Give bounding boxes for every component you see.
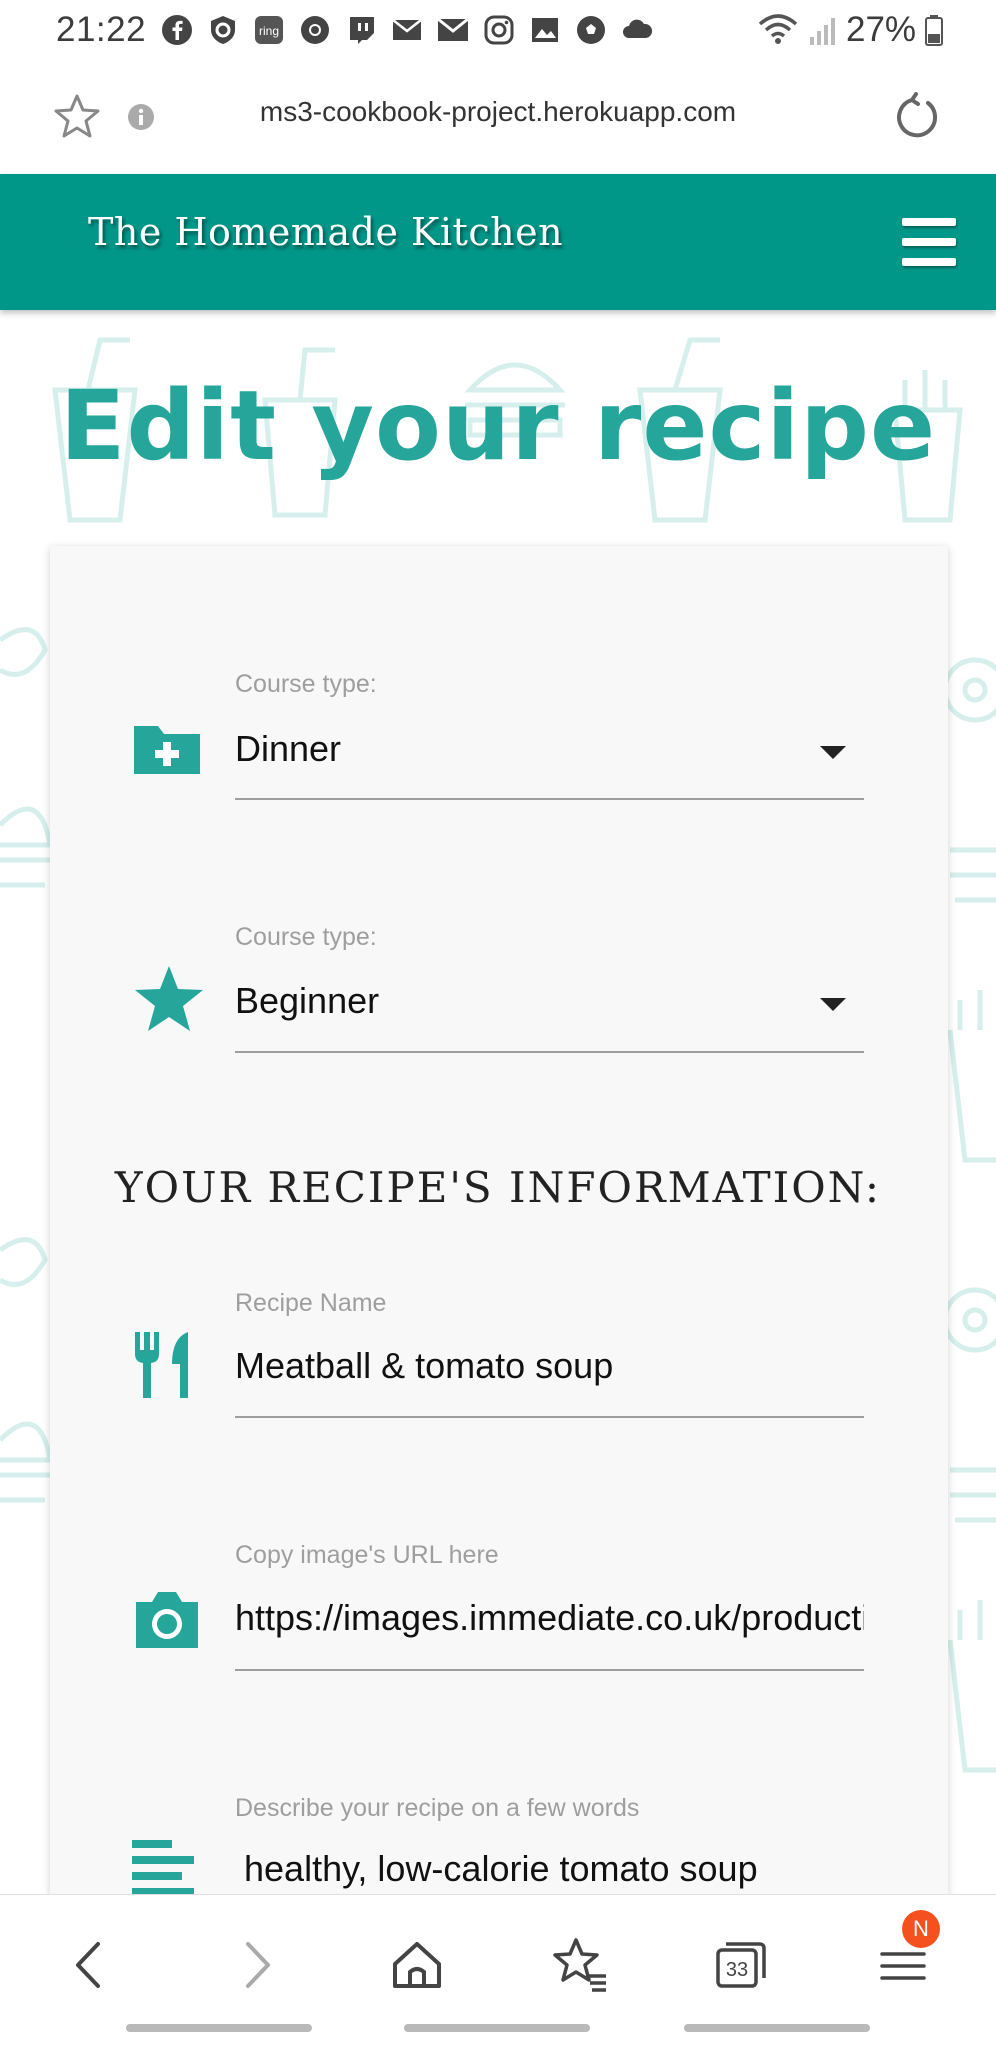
- gesture-hint-center: [404, 2024, 590, 2032]
- course-type-label: Course type:: [235, 670, 377, 698]
- folder-plus-icon: [134, 726, 200, 774]
- recipe-name-underline: [235, 1416, 864, 1418]
- ring-icon: ring: [255, 16, 283, 44]
- course-type-underline: [235, 798, 864, 800]
- image-url-input[interactable]: https://images.immediate.co.uk/productio…: [235, 1597, 864, 1639]
- twitch-icon: [350, 17, 374, 44]
- status-time: 21:22: [56, 10, 147, 49]
- difficulty-select[interactable]: Beginner: [235, 980, 795, 1022]
- difficulty-underline: [235, 1051, 864, 1053]
- mail-icon: [392, 19, 422, 40]
- football-icon: [577, 16, 605, 44]
- utensils-icon: [135, 1332, 188, 1398]
- align-left-icon: [132, 1840, 194, 1894]
- battery-icon: [925, 15, 944, 46]
- dropdown-caret-icon[interactable]: [820, 998, 846, 1011]
- back-icon[interactable]: [56, 1930, 126, 2000]
- chrome-icon: [301, 16, 329, 44]
- gesture-hint-right: [684, 2024, 870, 2032]
- notification-icons: ring: [160, 13, 654, 47]
- page-title: Edit your recipe: [59, 370, 937, 482]
- course-type-select[interactable]: Dinner: [235, 728, 795, 770]
- url-text[interactable]: ms3-cookbook-project.herokuapp.com: [0, 96, 996, 128]
- recipe-name-input[interactable]: Meatball & tomato soup: [235, 1345, 864, 1387]
- camera-icon: [136, 1592, 198, 1648]
- recipe-name-label: Recipe Name: [235, 1289, 387, 1317]
- gesture-hint-left: [126, 2024, 312, 2032]
- battery-percent: 27%: [846, 10, 917, 49]
- bookmarks-icon[interactable]: [544, 1930, 614, 2000]
- forward-icon[interactable]: [220, 1930, 290, 2000]
- brand-logo[interactable]: The Homemade Kitchen: [88, 210, 563, 254]
- wifi-icon: [758, 14, 798, 44]
- instagram-icon: [484, 15, 514, 45]
- notification-badge: N: [902, 1910, 940, 1948]
- description-label: Describe your recipe on a few words: [235, 1794, 640, 1822]
- image-url-underline: [235, 1669, 864, 1671]
- svg-text:ring: ring: [259, 24, 279, 38]
- gmail-icon: [437, 17, 469, 41]
- facebook-icon: [162, 15, 192, 45]
- section-heading: YOUR RECIPE'S INFORMATION:: [114, 1163, 882, 1212]
- image-url-label: Copy image's URL here: [235, 1541, 499, 1569]
- system-status: 27%: [756, 10, 944, 50]
- description-input[interactable]: healthy, low-calorie tomato soup: [244, 1848, 864, 1890]
- signal-icon: [810, 18, 835, 45]
- shield-icon: [211, 16, 235, 44]
- star-icon: [135, 966, 203, 1031]
- dropdown-caret-icon[interactable]: [820, 746, 846, 759]
- tab-count: 33: [726, 1959, 748, 1981]
- cloud-icon: [623, 19, 653, 38]
- menu-hamburger-icon[interactable]: [902, 218, 956, 268]
- home-icon[interactable]: [382, 1930, 452, 2000]
- reload-icon[interactable]: [892, 92, 942, 142]
- gallery-icon: [532, 18, 558, 42]
- difficulty-label: Course type:: [235, 923, 377, 951]
- tabs-icon[interactable]: 33: [706, 1930, 776, 2000]
